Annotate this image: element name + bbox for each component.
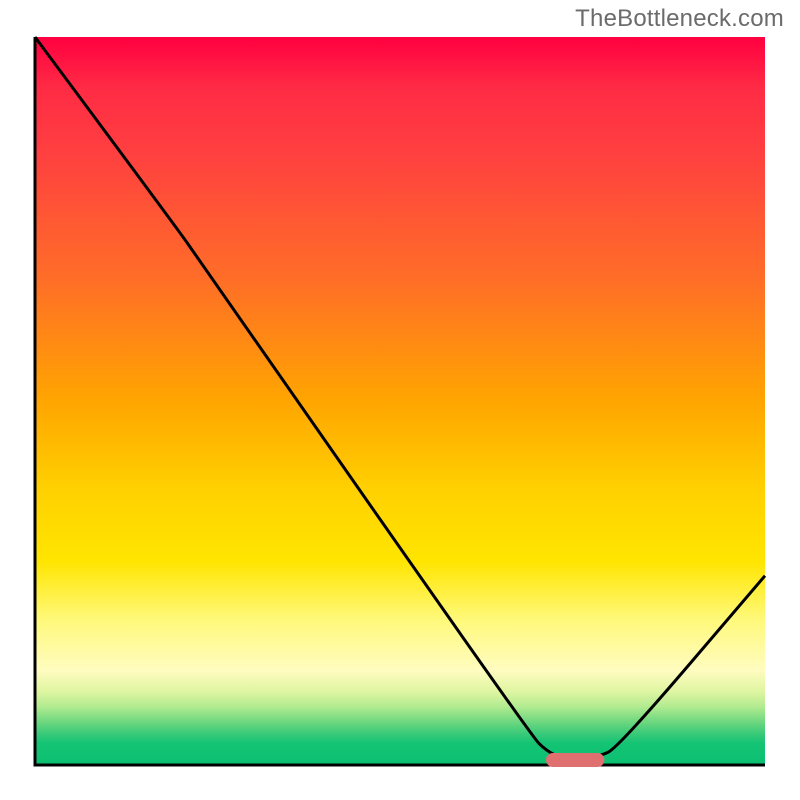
watermark-text: TheBottleneck.com	[575, 5, 784, 33]
chart-svg	[0, 0, 800, 800]
optimal-region-marker	[546, 753, 604, 767]
axes	[35, 37, 765, 765]
bottleneck-curve	[35, 37, 765, 758]
